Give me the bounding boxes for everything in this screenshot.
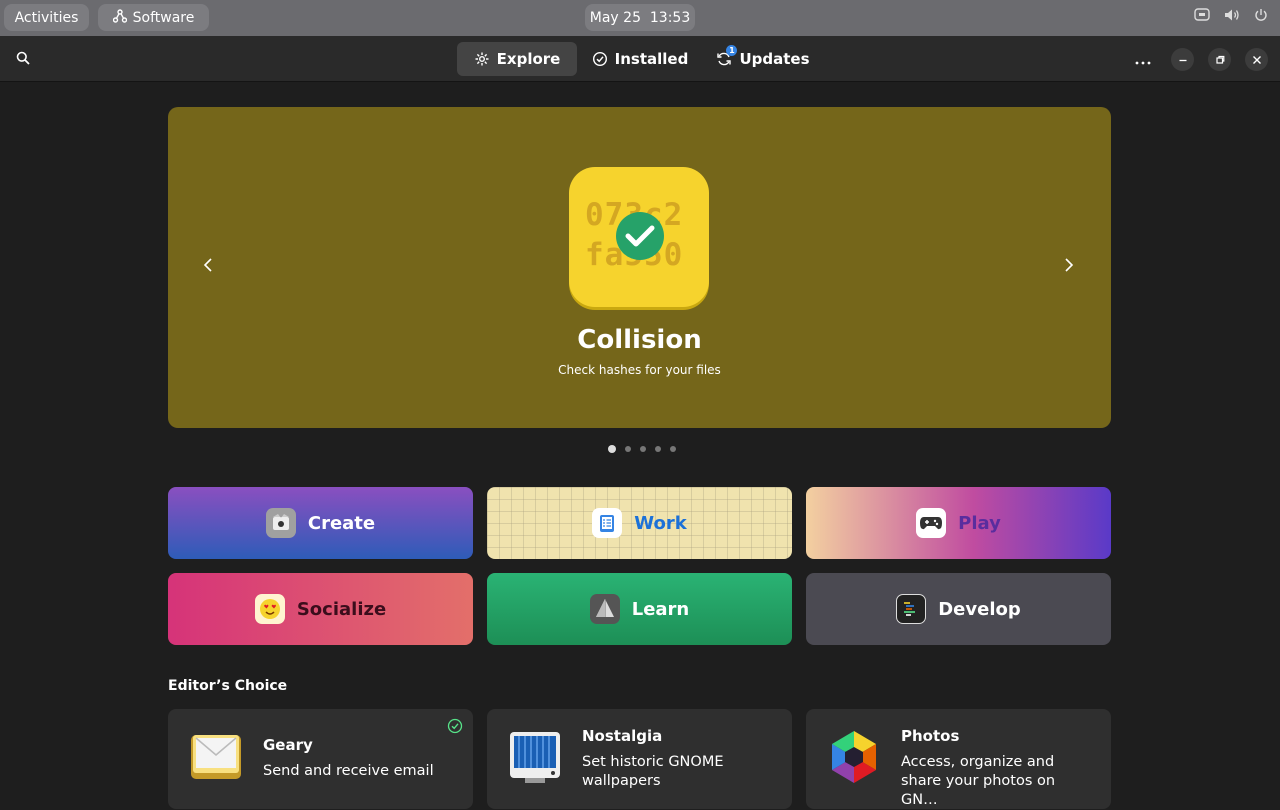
category-socialize[interactable]: Socialize [168,573,473,645]
clock-button[interactable]: May 25 13:53 [585,4,695,31]
close-button[interactable] [1245,48,1268,71]
clock-label: May 25 13:53 [589,9,691,26]
app-description: Access, organize and share your photos o… [901,754,1056,808]
tab-updates[interactable]: 1 Updates [712,42,814,76]
minimize-button[interactable] [1171,48,1194,71]
volume-icon[interactable] [1224,8,1240,22]
tab-updates-label: Updates [739,50,810,68]
create-category-icon [265,508,296,538]
tab-installed-label: Installed [614,50,689,68]
power-icon[interactable] [1254,8,1268,22]
app-menu-label: Software [132,9,195,26]
chevron-right-icon [1064,257,1074,277]
search-button[interactable] [12,48,34,70]
installed-check-icon [447,718,463,738]
code-editor-icon [896,594,927,624]
maximize-button[interactable] [1208,48,1231,71]
carousel-indicator [608,445,676,453]
featured-carousel[interactable]: 073c2 fa550 Collision Check hashes for y… [168,107,1111,428]
carousel-previous-button[interactable] [198,257,218,277]
category-work[interactable]: Work [487,487,792,559]
category-develop-label: Develop [938,598,1021,620]
installed-check-icon [592,51,608,67]
carousel-dot[interactable] [655,446,661,452]
app-name: Nostalgia [582,727,663,745]
collision-app-icon: 073c2 fa550 [569,167,709,307]
explore-icon [474,51,490,67]
restore-icon [1215,50,1225,69]
geary-envelope-icon [188,729,244,785]
featured-app-subtitle: Check hashes for your files [558,363,721,377]
app-description: Send and receive email [263,763,434,779]
check-icon [616,212,664,260]
search-icon [16,50,30,69]
gamepad-icon [916,508,947,538]
category-socialize-label: Socialize [296,598,387,620]
tab-explore[interactable]: Explore [457,42,577,76]
category-play-label: Play [958,512,1001,534]
tab-installed[interactable]: Installed [590,42,690,76]
close-icon [1252,50,1262,69]
category-work-label: Work [634,512,687,534]
heart-eyes-emoji-icon [254,594,285,624]
app-card-geary[interactable]: Geary Send and receive email [168,709,473,809]
app-name: Photos [901,727,960,745]
more-options-icon [1135,50,1151,69]
updates-count-badge: 1 [726,45,738,56]
photos-hexagon-icon [826,729,882,785]
software-app-icon [112,8,127,27]
category-create-label: Create [307,512,376,534]
updates-refresh-icon: 1 [716,45,738,67]
nostalgia-monitor-icon [507,729,563,785]
learn-sail-icon [589,594,620,624]
gnome-top-bar: Activities Software May 25 13:53 [0,0,1280,36]
main-menu-button[interactable] [1133,49,1153,69]
featured-app-title: Collision [577,325,702,355]
category-develop[interactable]: Develop [806,573,1111,645]
carousel-dot[interactable] [625,446,631,452]
editors-choice-heading: Editor’s Choice [168,678,288,694]
category-create[interactable]: Create [168,487,473,559]
minimize-icon [1178,50,1188,69]
app-description: Set historic GNOME wallpapers [582,754,724,789]
screen-keyboard-icon[interactable] [1194,8,1210,22]
activities-button[interactable]: Activities [4,4,89,31]
app-menu-button[interactable]: Software [98,4,209,31]
category-play[interactable]: Play [806,487,1111,559]
category-learn-label: Learn [631,598,690,620]
carousel-next-button[interactable] [1059,257,1079,277]
app-name: Geary [263,736,313,754]
system-tray[interactable] [1194,8,1268,22]
tab-explore-label: Explore [496,50,561,68]
work-checklist-icon [592,508,623,538]
activities-label: Activities [14,9,79,26]
headerbar: Explore Installed 1 Updates [0,36,1280,82]
carousel-dot[interactable] [608,445,616,453]
app-card-photos[interactable]: Photos Access, organize and share your p… [806,709,1111,809]
app-card-nostalgia[interactable]: Nostalgia Set historic GNOME wallpapers [487,709,792,809]
category-learn[interactable]: Learn [487,573,792,645]
carousel-dot[interactable] [640,446,646,452]
chevron-left-icon [203,257,213,277]
carousel-dot[interactable] [670,446,676,452]
